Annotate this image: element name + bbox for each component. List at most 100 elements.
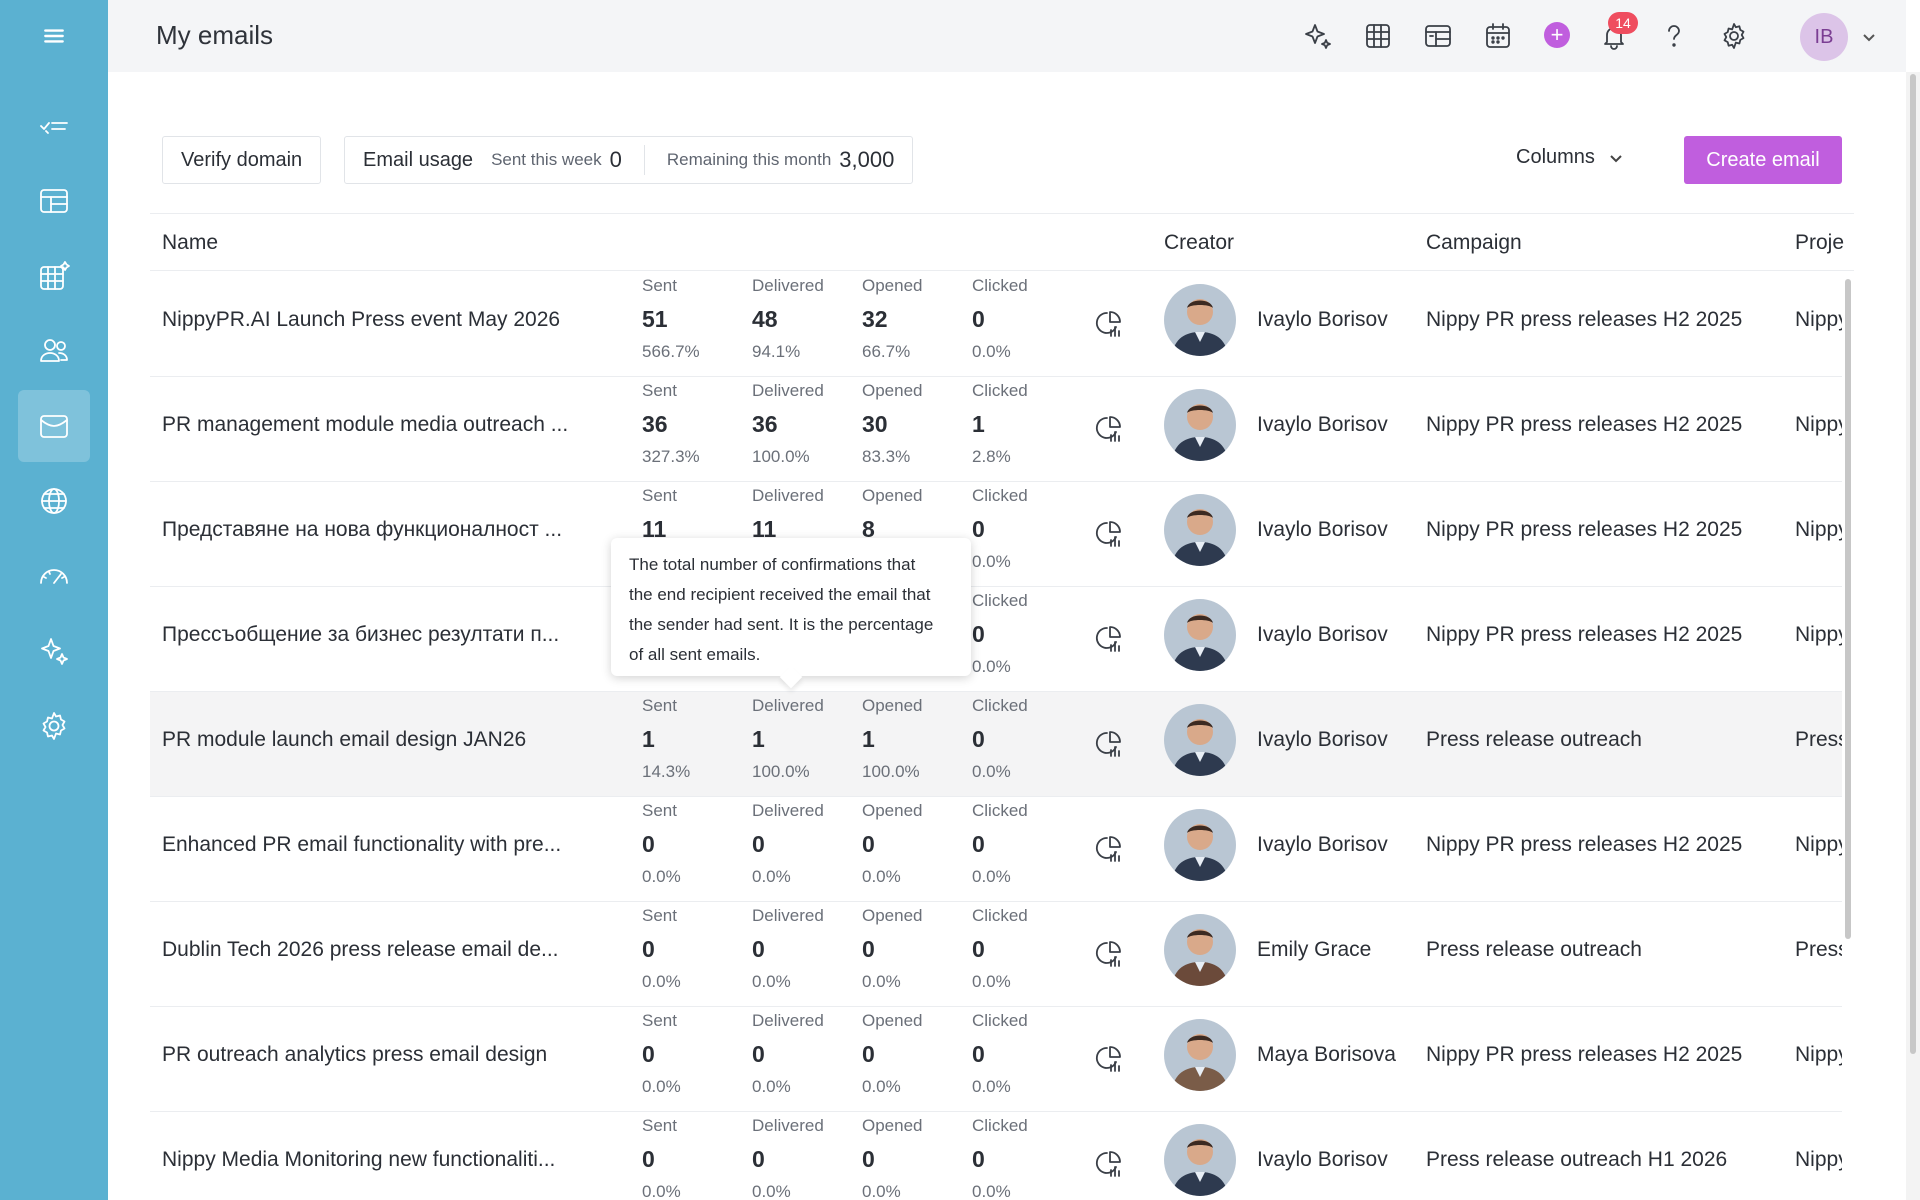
create-email-button[interactable]: Create email bbox=[1684, 136, 1842, 184]
column-header-name[interactable]: Name bbox=[162, 231, 218, 255]
stat-percent: 0.0% bbox=[972, 1182, 1011, 1200]
report-chart-icon[interactable] bbox=[1093, 308, 1125, 340]
campaign-name[interactable]: Press release outreach bbox=[1426, 728, 1642, 752]
email-name[interactable]: NippyPR.AI Launch Press event May 2026 bbox=[162, 308, 560, 332]
sent-this-week-value: 0 bbox=[609, 147, 622, 172]
stat-value: 0 bbox=[642, 831, 655, 857]
email-name[interactable]: Dublin Tech 2026 press release email de.… bbox=[162, 938, 559, 962]
report-chart-icon[interactable] bbox=[1093, 1148, 1125, 1180]
creator-name: Maya Borisova bbox=[1257, 1043, 1396, 1066]
stat-percent: 94.1% bbox=[752, 342, 801, 361]
stat-value: 0 bbox=[972, 516, 985, 542]
stat-value: 0 bbox=[972, 306, 985, 332]
stat-label: Clicked bbox=[972, 696, 1028, 715]
campaign-name[interactable]: Nippy PR press releases H2 2025 bbox=[1426, 623, 1742, 647]
sidebar-item-dashboard[interactable] bbox=[18, 165, 90, 237]
report-chart-icon[interactable] bbox=[1093, 413, 1125, 445]
campaign-name[interactable]: Nippy PR press releases H2 2025 bbox=[1426, 518, 1742, 542]
stat-value: 0 bbox=[972, 1146, 985, 1172]
settings-gear-icon[interactable] bbox=[1716, 18, 1752, 54]
report-chart-icon[interactable] bbox=[1093, 833, 1125, 865]
hamburger-menu-icon[interactable] bbox=[0, 0, 108, 72]
creator-avatar bbox=[1164, 1124, 1236, 1196]
verify-domain-button[interactable]: Verify domain bbox=[162, 136, 322, 184]
project-name[interactable]: Press bbox=[1795, 938, 1842, 962]
tooltip-line: the sender had sent. It is the percentag… bbox=[629, 615, 934, 634]
project-name[interactable]: Nippy bbox=[1795, 1148, 1842, 1172]
project-name[interactable]: Nippy bbox=[1795, 1043, 1842, 1067]
sidebar-item-analytics[interactable] bbox=[18, 540, 90, 612]
page-scrollbar[interactable] bbox=[1906, 72, 1920, 1200]
table-row[interactable]: Представяне на нова функционалност ... Se… bbox=[150, 482, 1842, 587]
quick-add-button[interactable]: + bbox=[1544, 22, 1570, 48]
column-header-creator[interactable]: Creator bbox=[1164, 231, 1234, 255]
email-icon bbox=[40, 415, 68, 438]
table-row[interactable]: NippyPR.AI Launch Press event May 2026 Se… bbox=[150, 272, 1842, 377]
columns-dropdown[interactable]: Columns bbox=[1516, 146, 1625, 169]
project-name[interactable]: Nippy bbox=[1795, 833, 1842, 857]
table-view-icon[interactable] bbox=[1360, 18, 1396, 54]
table-row[interactable]: Dublin Tech 2026 press release email de.… bbox=[150, 902, 1842, 1007]
stat-percent: 0.0% bbox=[972, 762, 1011, 781]
project-name[interactable]: Nippy bbox=[1795, 308, 1842, 332]
email-name[interactable]: PR outreach analytics press email design bbox=[162, 1043, 547, 1067]
column-header-campaign[interactable]: Campaign bbox=[1426, 231, 1522, 255]
stat-label: Opened bbox=[862, 696, 923, 715]
sidebar-item-emails[interactable] bbox=[18, 390, 90, 462]
table-row[interactable]: PR outreach analytics press email design… bbox=[150, 1007, 1842, 1112]
globe-icon bbox=[41, 488, 67, 514]
campaign-name[interactable]: Press release outreach bbox=[1426, 938, 1642, 962]
campaign-name[interactable]: Nippy PR press releases H2 2025 bbox=[1426, 833, 1742, 857]
sidebar-item-ai[interactable] bbox=[18, 615, 90, 687]
report-chart-icon[interactable] bbox=[1093, 728, 1125, 760]
board-view-icon[interactable] bbox=[1420, 18, 1456, 54]
campaign-name[interactable]: Press release outreach H1 2026 bbox=[1426, 1148, 1727, 1172]
project-name[interactable]: Nippy bbox=[1795, 413, 1842, 437]
column-header-project[interactable]: Proje bbox=[1795, 231, 1844, 255]
project-name[interactable]: Nippy bbox=[1795, 518, 1842, 542]
email-name[interactable]: Enhanced PR email functionality with pre… bbox=[162, 833, 561, 857]
help-icon[interactable] bbox=[1656, 18, 1692, 54]
stat-percent: 0.0% bbox=[752, 867, 791, 886]
table-row[interactable]: Enhanced PR email functionality with pre… bbox=[150, 797, 1842, 902]
table-row[interactable]: PR management module media outreach ... S… bbox=[150, 377, 1842, 482]
table-scrollbar[interactable] bbox=[1842, 273, 1854, 1200]
ai-assistant-icon[interactable] bbox=[1300, 18, 1336, 54]
sidebar-item-contacts[interactable] bbox=[18, 315, 90, 387]
stat-percent: 0.0% bbox=[972, 867, 1011, 886]
email-name[interactable]: PR module launch email design JAN26 bbox=[162, 728, 526, 752]
stat-value: 30 bbox=[862, 411, 888, 437]
email-name[interactable]: PR management module media outreach ... bbox=[162, 413, 568, 437]
users-icon bbox=[40, 339, 68, 362]
campaign-name[interactable]: Nippy PR press releases H2 2025 bbox=[1426, 413, 1742, 437]
report-chart-icon[interactable] bbox=[1093, 1043, 1125, 1075]
email-name[interactable]: Прессъобщение за бизнес резултати п... bbox=[162, 623, 559, 647]
email-name[interactable]: Представяне на нова функционалност ... bbox=[162, 518, 562, 542]
stat-label: Delivered bbox=[752, 486, 824, 505]
creator-avatar bbox=[1164, 809, 1236, 881]
sidebar-item-tasks[interactable] bbox=[18, 90, 90, 162]
campaign-name[interactable]: Nippy PR press releases H2 2025 bbox=[1426, 1043, 1742, 1067]
sidebar-item-settings[interactable] bbox=[18, 690, 90, 762]
report-chart-icon[interactable] bbox=[1093, 623, 1125, 655]
table-row[interactable]: Прессъобщение за бизнес резултати п...Se… bbox=[150, 587, 1842, 692]
project-name[interactable]: Press bbox=[1795, 728, 1842, 752]
stat-label: Clicked bbox=[972, 1011, 1028, 1030]
stat-percent: 2.8% bbox=[972, 447, 1011, 466]
stat-percent: 0.0% bbox=[862, 1077, 901, 1096]
email-name[interactable]: Nippy Media Monitoring new functionaliti… bbox=[162, 1148, 555, 1172]
chevron-down-icon[interactable] bbox=[1860, 28, 1878, 46]
table-row[interactable]: PR module launch email design JAN26 Sent 1… bbox=[150, 692, 1842, 797]
stat-value: 1 bbox=[642, 726, 655, 752]
report-chart-icon[interactable] bbox=[1093, 518, 1125, 550]
stat-label: Delivered bbox=[752, 696, 824, 715]
user-avatar[interactable]: IB bbox=[1800, 13, 1848, 61]
table-row[interactable]: Nippy Media Monitoring new functionaliti… bbox=[150, 1112, 1842, 1200]
sidebar-item-database[interactable] bbox=[18, 240, 90, 312]
report-chart-icon[interactable] bbox=[1093, 938, 1125, 970]
sidebar-item-media[interactable] bbox=[18, 465, 90, 537]
campaign-name[interactable]: Nippy PR press releases H2 2025 bbox=[1426, 308, 1742, 332]
project-name[interactable]: Nippy bbox=[1795, 623, 1842, 647]
stat-percent: 66.7% bbox=[862, 342, 911, 361]
calendar-icon[interactable] bbox=[1480, 18, 1516, 54]
